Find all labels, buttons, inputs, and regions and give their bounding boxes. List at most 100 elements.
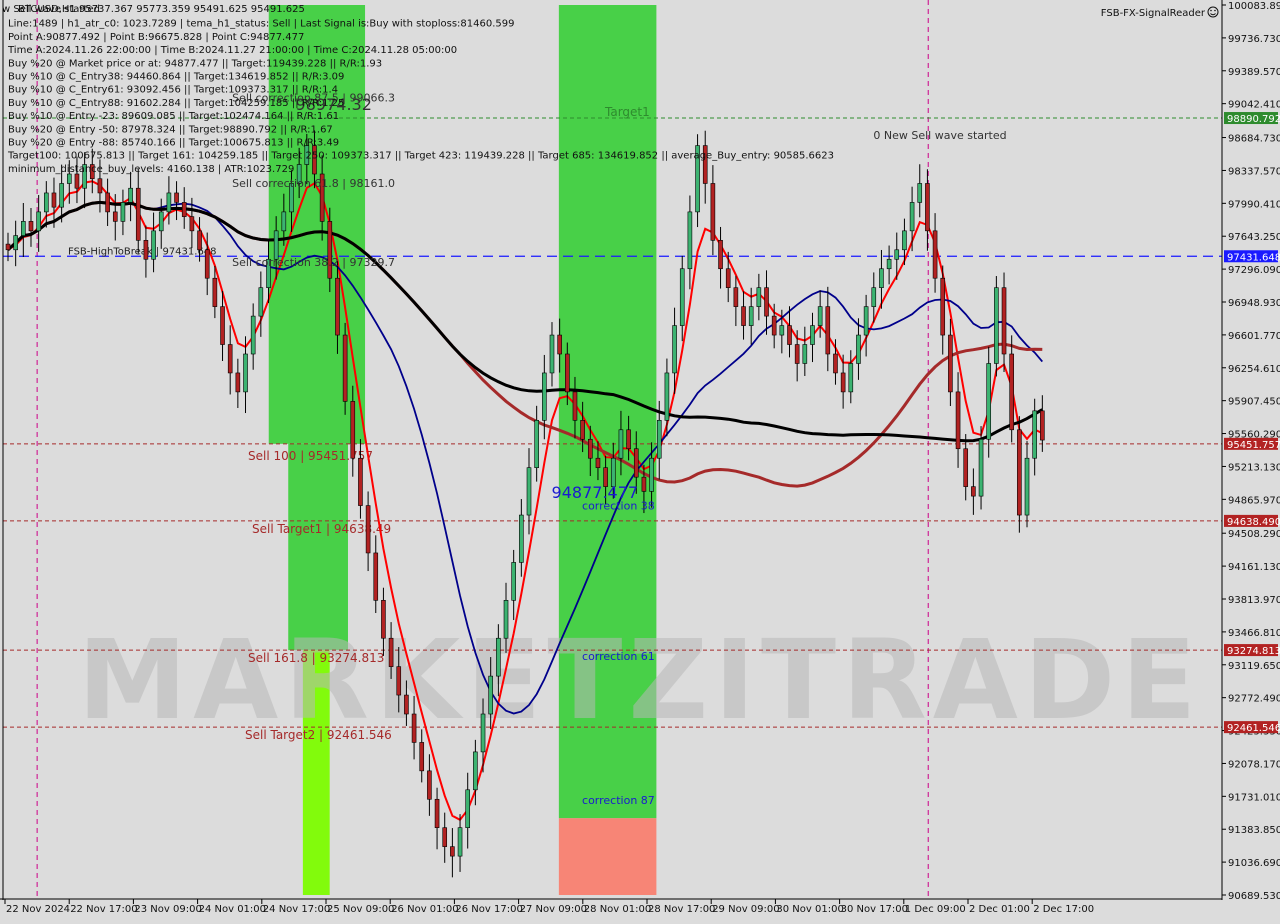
candle-bear bbox=[1009, 353, 1014, 431]
candle-bear bbox=[358, 457, 363, 506]
candle-bear bbox=[940, 277, 946, 336]
candle-bear bbox=[327, 221, 333, 279]
candle-bull bbox=[879, 268, 884, 288]
y-tick-label: 95213.130 bbox=[1228, 462, 1280, 473]
info-line: Buy %10 @ C_Entry61: 93092.456 || Target… bbox=[8, 85, 338, 96]
level-label-sell-161: Sell 161.8 | 93274.813 bbox=[248, 651, 384, 665]
candle-bull bbox=[672, 325, 677, 374]
x-tick-label: 28 Nov 17:00 bbox=[648, 904, 715, 915]
candle-bull bbox=[756, 287, 762, 307]
candle-bear bbox=[335, 277, 340, 336]
candle-bull bbox=[250, 315, 256, 355]
candle-bull bbox=[817, 306, 823, 326]
y-tick-label: 94865.970 bbox=[1228, 495, 1280, 506]
candle-bear bbox=[404, 694, 409, 715]
candle-bull bbox=[503, 600, 509, 639]
chart-root: MARKETZITRADE Target1 FSB-HighToBreak | 9… bbox=[0, 0, 1280, 920]
candle-bull bbox=[687, 211, 693, 270]
level-label-sell-target2: Sell Target2 | 92461.546 bbox=[245, 728, 392, 742]
candle-bear bbox=[633, 448, 639, 478]
candle-bull bbox=[810, 325, 815, 345]
x-tick-label: 24 Nov 01:00 bbox=[199, 904, 266, 915]
candle-bear bbox=[97, 178, 103, 194]
candle-bull bbox=[511, 562, 516, 601]
candle-bull bbox=[465, 789, 471, 828]
candle-bear bbox=[181, 202, 187, 217]
candle-bull bbox=[488, 675, 493, 715]
candle-bull bbox=[44, 192, 49, 213]
candle-bear bbox=[220, 306, 225, 345]
candle-bull bbox=[902, 230, 907, 251]
candle-bull bbox=[618, 429, 624, 459]
candle-bear bbox=[105, 192, 110, 213]
candle-bear bbox=[840, 372, 846, 393]
candle-bear bbox=[557, 334, 562, 355]
candle-bull bbox=[128, 187, 133, 203]
price-tag-label: 97431.648 bbox=[1227, 252, 1280, 263]
x-tick-label: 22 Nov 17:00 bbox=[70, 904, 137, 915]
annotation-text: Sell correction 38.2 | 97329.7 bbox=[232, 256, 395, 269]
info-line: minimum_distance_buy_levels: 4160.138 | … bbox=[8, 164, 294, 175]
y-tick-label: 97643.250 bbox=[1228, 232, 1280, 243]
candle-bull bbox=[1032, 410, 1037, 459]
info-line: Buy %20 @ Entry -88: 85740.166 || Target… bbox=[8, 138, 339, 149]
x-tick-label: 2 Dec 17:00 bbox=[1033, 904, 1094, 915]
y-tick-label: 97296.090 bbox=[1228, 265, 1280, 276]
candle-bear bbox=[741, 306, 746, 326]
candle-bear bbox=[143, 240, 149, 260]
y-tick-label: 91036.690 bbox=[1228, 858, 1280, 869]
candle-bear bbox=[189, 216, 195, 232]
watermark: MARKETZITRADE bbox=[78, 616, 1203, 744]
candle-bull bbox=[473, 751, 478, 791]
candle-bull bbox=[871, 287, 877, 307]
y-tick-label: 99042.410 bbox=[1228, 100, 1280, 111]
y-tick-label: 99736.730 bbox=[1228, 34, 1280, 45]
info-line: Buy %20 @ Entry -50: 87978.324 || Target… bbox=[8, 124, 333, 135]
price-tag-label: 94638.490 bbox=[1227, 517, 1280, 528]
price-chart[interactable]: MARKETZITRADE Target1 FSB-HighToBreak | 9… bbox=[0, 0, 1280, 920]
candle-bear bbox=[112, 211, 118, 222]
candle-bear bbox=[825, 306, 831, 355]
candle-bear bbox=[51, 192, 57, 208]
info-line: Target100: 100675.813 || Target 161: 104… bbox=[7, 151, 834, 162]
candle-bull bbox=[151, 230, 156, 260]
candle-bear bbox=[411, 713, 417, 743]
candle-bear bbox=[1001, 287, 1007, 355]
info-line: Buy %10 @ C_Entry38: 94460.864 || Target… bbox=[8, 72, 344, 83]
watermark-layer: MARKETZITRADE bbox=[78, 616, 1203, 744]
candle-bear bbox=[787, 325, 792, 345]
x-tick-label: 29 Nov 09:00 bbox=[712, 904, 779, 915]
x-tick-label: 22 Nov 2024 bbox=[6, 904, 70, 915]
candle-bull bbox=[994, 287, 999, 364]
candle-bear bbox=[1017, 429, 1022, 516]
info-line: BTCUSD,H1 95737.367 95773.359 95491.625 … bbox=[18, 4, 305, 15]
candle-bull bbox=[281, 211, 287, 232]
candle-bull bbox=[66, 173, 72, 184]
x-tick-label: 24 Nov 17:00 bbox=[263, 904, 330, 915]
annotation-text: correction 38 bbox=[582, 499, 655, 512]
candle-bull bbox=[779, 325, 785, 336]
candle-bull bbox=[36, 211, 41, 232]
candle-bull bbox=[917, 183, 923, 203]
y-tick-label: 94508.290 bbox=[1228, 529, 1280, 540]
x-tick-label: 26 Nov 01:00 bbox=[391, 904, 458, 915]
candle-bull bbox=[848, 363, 854, 393]
candle-bear bbox=[365, 505, 371, 554]
candle-bear bbox=[794, 344, 800, 364]
y-tick-label: 91731.010 bbox=[1228, 792, 1280, 803]
candle-bear bbox=[450, 846, 455, 857]
candle-bear bbox=[587, 438, 593, 459]
y-tick-label: 93119.650 bbox=[1228, 661, 1280, 672]
candle-bear bbox=[626, 429, 631, 450]
annotation-text: Sell correction 61.8 | 98161.0 bbox=[232, 177, 395, 190]
y-tick-label: 97990.410 bbox=[1228, 199, 1280, 210]
candle-bull bbox=[21, 221, 26, 236]
candle-bear bbox=[641, 476, 647, 492]
candle-bull bbox=[802, 344, 808, 364]
candle-bull bbox=[986, 363, 992, 440]
candle-bear bbox=[932, 230, 938, 279]
candle-bear bbox=[572, 391, 578, 421]
candle-bear bbox=[388, 637, 394, 667]
y-tick-label: 92078.170 bbox=[1228, 759, 1280, 770]
x-tick-label: 1 Dec 09:00 bbox=[905, 904, 966, 915]
